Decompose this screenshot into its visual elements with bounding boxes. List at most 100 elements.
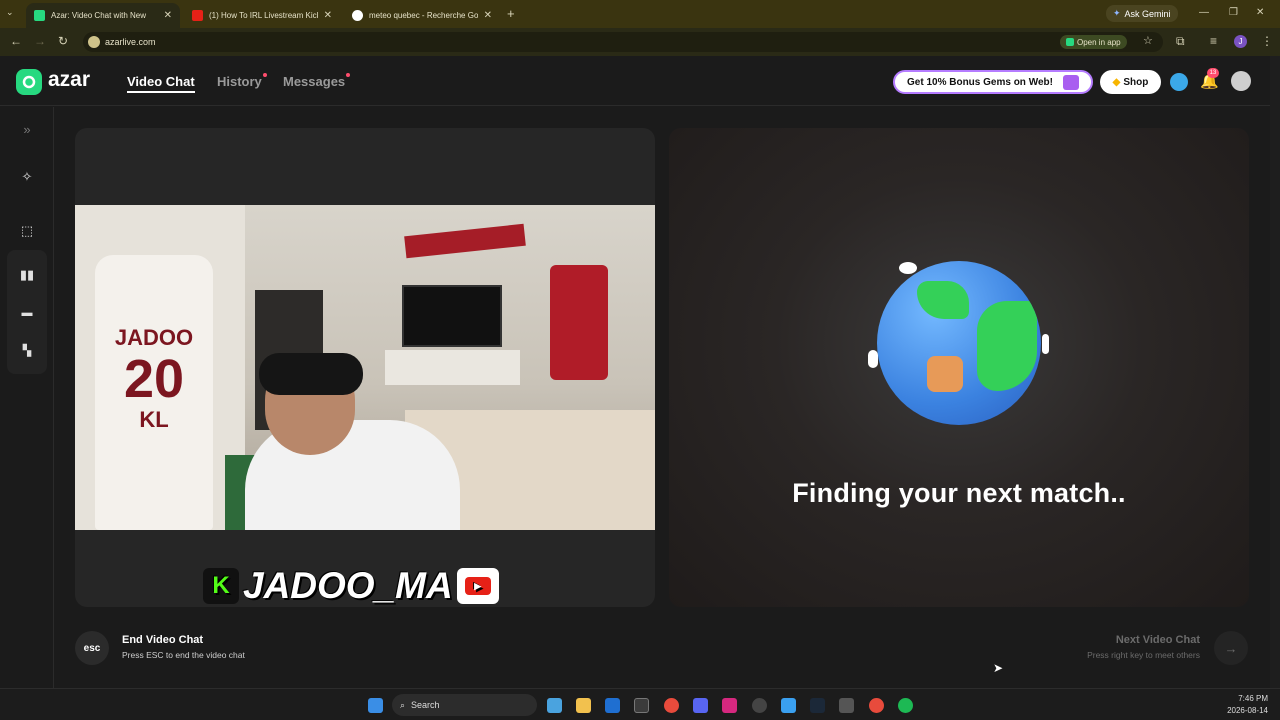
- widgets-icon[interactable]: [547, 698, 562, 713]
- windows-taskbar: ⌕ Search 7:46 PM 2026-08-14: [0, 688, 1280, 720]
- app-icon[interactable]: [781, 698, 796, 713]
- red-jersey: [550, 265, 608, 380]
- store-icon[interactable]: [634, 698, 649, 713]
- tab-azar[interactable]: Azar: Video Chat with New ✕: [26, 3, 180, 28]
- url-text: azarlive.com: [105, 37, 156, 47]
- app-icon: [1066, 38, 1074, 46]
- app-header: azar Video Chat History Messages Get 10%…: [0, 56, 1270, 106]
- end-video-chat-hint: Press ESC to end the video chat: [122, 650, 245, 660]
- clock-time[interactable]: 7:46 PM: [1226, 694, 1268, 703]
- vr-headset: [259, 353, 363, 395]
- obs-icon[interactable]: [752, 698, 767, 713]
- azar-favicon: [34, 10, 45, 21]
- page-scrollbar[interactable]: [1270, 56, 1280, 688]
- file-explorer-icon[interactable]: [576, 698, 591, 713]
- gem-icon: ◆: [1112, 76, 1121, 88]
- discord-icon[interactable]: [693, 698, 708, 713]
- site-info-icon[interactable]: [88, 36, 100, 48]
- notification-count-badge: 13: [1207, 68, 1219, 78]
- maximize-button[interactable]: ❐: [1229, 7, 1238, 18]
- gift-icon: [1063, 75, 1079, 90]
- spotify-icon[interactable]: [898, 698, 913, 713]
- media-controls-icon[interactable]: ≡: [1210, 34, 1217, 48]
- globe-continent: [927, 356, 963, 392]
- azar-app: azar Video Chat History Messages Get 10%…: [0, 56, 1270, 688]
- taskbar-search[interactable]: ⌕ Search: [392, 694, 537, 716]
- scarf: [404, 223, 526, 259]
- kick-logo-icon: K: [203, 568, 239, 604]
- close-icon[interactable]: ✕: [324, 10, 332, 21]
- nav-video-chat[interactable]: Video Chat: [127, 74, 195, 93]
- tab-google[interactable]: meteo quebec - Recherche Goo ✕: [344, 3, 500, 28]
- layout-side-by-side-icon[interactable]: ▮▮: [18, 266, 36, 284]
- browser-tab-bar: ⌄ Azar: Video Chat with New ✕ (1) How To…: [0, 0, 1280, 28]
- menu-icon[interactable]: ⋮: [1261, 34, 1273, 48]
- tab-youtube[interactable]: (1) How To IRL Livestream Kick ✕: [184, 3, 340, 28]
- bookmark-star-icon[interactable]: ☆: [1143, 34, 1153, 47]
- tab-search-icon[interactable]: ⌄: [6, 7, 14, 18]
- forward-icon[interactable]: →: [34, 34, 46, 48]
- youtube-logo-icon: ▶: [456, 568, 499, 604]
- close-window-button[interactable]: ✕: [1256, 7, 1264, 18]
- tab-title: meteo quebec - Recherche Goo: [369, 11, 478, 20]
- clock-date[interactable]: 2026-08-14: [1220, 706, 1268, 715]
- azar-logo-icon[interactable]: [16, 69, 42, 95]
- outlook-icon[interactable]: [605, 698, 620, 713]
- chat-bubble-icon[interactable]: [1170, 73, 1188, 91]
- bonus-gems-promo[interactable]: Get 10% Bonus Gems on Web!: [893, 70, 1093, 94]
- ask-gemini-button[interactable]: ✦ Ask Gemini: [1106, 5, 1178, 22]
- magic-wand-icon[interactable]: ✧: [18, 168, 36, 186]
- swap-camera-icon[interactable]: ⬚: [18, 222, 36, 240]
- extensions-icon[interactable]: ⧉: [1176, 34, 1185, 49]
- next-arrow-button[interactable]: →: [1214, 631, 1248, 665]
- gemini-icon: ✦: [1113, 8, 1121, 18]
- esc-key-button[interactable]: esc: [75, 631, 109, 665]
- open-in-app-label: Open in app: [1077, 37, 1121, 47]
- video-chat-footer: esc End Video Chat Press ESC to end the …: [54, 622, 1270, 688]
- windows-start-icon[interactable]: [368, 698, 383, 713]
- instagram-icon[interactable]: [722, 698, 737, 713]
- history-notification-dot: [263, 73, 267, 77]
- cloud-icon: [899, 262, 917, 274]
- nav-history[interactable]: History: [217, 74, 262, 89]
- jersey-number: 20: [123, 349, 185, 409]
- chrome-icon[interactable]: [664, 698, 679, 713]
- remote-video-panel: Finding your next match..: [669, 128, 1249, 607]
- streamer-name-overlay: K JADOO_MA ▶: [203, 565, 499, 606]
- shop-button[interactable]: ◆ Shop: [1100, 70, 1161, 94]
- user-avatar[interactable]: [1231, 71, 1251, 91]
- minimize-button[interactable]: —: [1199, 7, 1209, 18]
- steam-icon[interactable]: [810, 698, 825, 713]
- layout-stacked-icon[interactable]: ▬: [18, 304, 36, 322]
- next-video-chat-title[interactable]: Next Video Chat: [1050, 634, 1200, 646]
- expand-sidebar-icon[interactable]: »: [18, 120, 36, 138]
- local-camera-feed: JADOO 20 KL: [75, 205, 655, 530]
- address-bar-row: ← → ↻ azarlive.com Open in app ☆ ⧉ ≡ J ⋮: [0, 28, 1280, 56]
- close-icon[interactable]: ✕: [484, 10, 492, 21]
- globe-continent: [917, 281, 969, 319]
- local-video-panel: JADOO 20 KL K JADOO_MA ▶: [75, 128, 655, 607]
- open-in-app-button[interactable]: Open in app: [1060, 35, 1127, 49]
- jersey-tag: KL: [139, 407, 169, 432]
- nav-messages[interactable]: Messages: [283, 74, 345, 89]
- close-icon[interactable]: ✕: [164, 10, 172, 21]
- layout-pip-icon[interactable]: ▚: [18, 341, 36, 359]
- reload-icon[interactable]: ↻: [58, 34, 68, 48]
- chrome-active-icon[interactable]: [869, 698, 884, 713]
- google-favicon: [352, 10, 363, 21]
- profile-avatar[interactable]: J: [1234, 35, 1247, 48]
- new-tab-button[interactable]: +: [507, 6, 515, 21]
- jersey: JADOO 20 KL: [95, 255, 213, 530]
- next-video-chat-hint: Press right key to meet others: [1087, 650, 1200, 660]
- youtube-favicon: [192, 10, 203, 21]
- search-icon: ⌕: [400, 699, 406, 710]
- capture-icon[interactable]: [839, 698, 854, 713]
- television: [402, 285, 502, 347]
- tab-title: (1) How To IRL Livestream Kick: [209, 11, 318, 20]
- overlay-name-text: JADOO_MA: [243, 565, 453, 606]
- url-field[interactable]: azarlive.com Open in app ☆: [83, 32, 1163, 52]
- back-icon[interactable]: ←: [10, 34, 22, 48]
- finding-match-text: Finding your next match..: [792, 478, 1126, 508]
- azar-logo-text[interactable]: azar: [48, 68, 90, 92]
- end-video-chat-title[interactable]: End Video Chat: [122, 634, 203, 646]
